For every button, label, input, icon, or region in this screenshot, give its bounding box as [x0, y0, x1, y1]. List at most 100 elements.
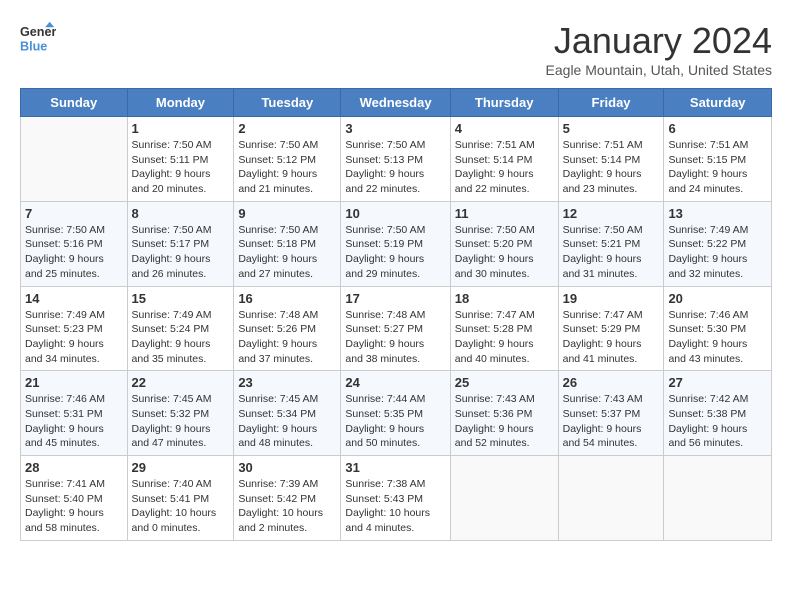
day-number: 22 [132, 375, 230, 390]
day-info: Sunrise: 7:48 AMSunset: 5:27 PMDaylight:… [345, 308, 445, 367]
day-number: 7 [25, 206, 123, 221]
calendar-day-cell: 7Sunrise: 7:50 AMSunset: 5:16 PMDaylight… [21, 201, 128, 286]
month-title: January 2024 [546, 20, 772, 62]
calendar-day-cell: 6 Sunrise: 7:51 AMSunset: 5:15 PMDaylight… [664, 117, 772, 202]
day-number: 2 [238, 121, 336, 136]
page-header: General Blue January 2024 Eagle Mountain… [20, 20, 772, 78]
calendar-day-cell: 3 Sunrise: 7:50 AMSunset: 5:13 PMDaylight… [341, 117, 450, 202]
calendar-day-cell: 5 Sunrise: 7:51 AMSunset: 5:14 PMDaylight… [558, 117, 664, 202]
day-info: Sunrise: 7:50 AMSunset: 5:11 PMDaylight:… [132, 138, 230, 197]
day-number: 30 [238, 460, 336, 475]
day-info: Sunrise: 7:51 AMSunset: 5:15 PMDaylight:… [668, 138, 767, 197]
day-number: 21 [25, 375, 123, 390]
calendar-body: 1Sunrise: 7:50 AMSunset: 5:11 PMDaylight… [21, 117, 772, 541]
day-info: Sunrise: 7:47 AMSunset: 5:29 PMDaylight:… [563, 308, 660, 367]
calendar-day-cell: 12 Sunrise: 7:50 AMSunset: 5:21 PMDayligh… [558, 201, 664, 286]
day-number: 25 [455, 375, 554, 390]
calendar-day-cell: 28Sunrise: 7:41 AMSunset: 5:40 PMDayligh… [21, 456, 128, 541]
calendar-day-cell: 2 Sunrise: 7:50 AMSunset: 5:12 PMDaylight… [234, 117, 341, 202]
day-info: Sunrise: 7:50 AMSunset: 5:21 PMDaylight:… [563, 223, 660, 282]
calendar-day-cell: 29Sunrise: 7:40 AMSunset: 5:41 PMDayligh… [127, 456, 234, 541]
day-of-week-header: Saturday [664, 89, 772, 117]
day-number: 14 [25, 291, 123, 306]
calendar-day-cell: 19 Sunrise: 7:47 AMSunset: 5:29 PMDayligh… [558, 286, 664, 371]
calendar-day-cell [21, 117, 128, 202]
day-number: 11 [455, 206, 554, 221]
calendar-day-cell [450, 456, 558, 541]
calendar-day-cell: 17 Sunrise: 7:48 AMSunset: 5:27 PMDayligh… [341, 286, 450, 371]
day-of-week-header: Tuesday [234, 89, 341, 117]
calendar-week-row: 28Sunrise: 7:41 AMSunset: 5:40 PMDayligh… [21, 456, 772, 541]
calendar-day-cell: 24Sunrise: 7:44 AMSunset: 5:35 PMDayligh… [341, 371, 450, 456]
calendar-day-cell: 25 Sunrise: 7:43 AMSunset: 5:36 PMDayligh… [450, 371, 558, 456]
calendar-week-row: 7Sunrise: 7:50 AMSunset: 5:16 PMDaylight… [21, 201, 772, 286]
calendar-day-cell: 1Sunrise: 7:50 AMSunset: 5:11 PMDaylight… [127, 117, 234, 202]
day-info: Sunrise: 7:45 AMSunset: 5:32 PMDaylight:… [132, 392, 230, 451]
calendar-day-cell: 22 Sunrise: 7:45 AMSunset: 5:32 PMDayligh… [127, 371, 234, 456]
day-info: Sunrise: 7:49 AMSunset: 5:23 PMDaylight:… [25, 308, 123, 367]
day-info: Sunrise: 7:50 AMSunset: 5:13 PMDaylight:… [345, 138, 445, 197]
calendar-day-cell: 15 Sunrise: 7:49 AMSunset: 5:24 PMDayligh… [127, 286, 234, 371]
day-number: 20 [668, 291, 767, 306]
day-number: 16 [238, 291, 336, 306]
calendar-header-row: SundayMondayTuesdayWednesdayThursdayFrid… [21, 89, 772, 117]
calendar-day-cell: 23 Sunrise: 7:45 AMSunset: 5:34 PMDayligh… [234, 371, 341, 456]
calendar-day-cell: 13Sunrise: 7:49 AMSunset: 5:22 PMDayligh… [664, 201, 772, 286]
day-info: Sunrise: 7:43 AMSunset: 5:36 PMDaylight:… [455, 392, 554, 451]
day-of-week-header: Thursday [450, 89, 558, 117]
day-of-week-header: Sunday [21, 89, 128, 117]
day-info: Sunrise: 7:49 AMSunset: 5:24 PMDaylight:… [132, 308, 230, 367]
calendar-day-cell: 14 Sunrise: 7:49 AMSunset: 5:23 PMDayligh… [21, 286, 128, 371]
calendar-day-cell: 31Sunrise: 7:38 AMSunset: 5:43 PMDayligh… [341, 456, 450, 541]
title-block: January 2024 Eagle Mountain, Utah, Unite… [546, 20, 772, 78]
day-info: Sunrise: 7:49 AMSunset: 5:22 PMDaylight:… [668, 223, 767, 282]
calendar-day-cell: 8Sunrise: 7:50 AMSunset: 5:17 PMDaylight… [127, 201, 234, 286]
day-number: 23 [238, 375, 336, 390]
day-number: 26 [563, 375, 660, 390]
day-info: Sunrise: 7:40 AMSunset: 5:41 PMDaylight:… [132, 477, 230, 536]
calendar-week-row: 14 Sunrise: 7:49 AMSunset: 5:23 PMDayligh… [21, 286, 772, 371]
day-info: Sunrise: 7:50 AMSunset: 5:19 PMDaylight:… [345, 223, 445, 282]
calendar-week-row: 1Sunrise: 7:50 AMSunset: 5:11 PMDaylight… [21, 117, 772, 202]
day-number: 15 [132, 291, 230, 306]
day-number: 6 [668, 121, 767, 136]
day-of-week-header: Friday [558, 89, 664, 117]
day-of-week-header: Wednesday [341, 89, 450, 117]
logo: General Blue [20, 20, 60, 56]
day-info: Sunrise: 7:38 AMSunset: 5:43 PMDaylight:… [345, 477, 445, 536]
day-number: 12 [563, 206, 660, 221]
calendar-day-cell: 27 Sunrise: 7:42 AMSunset: 5:38 PMDayligh… [664, 371, 772, 456]
logo-icon: General Blue [20, 20, 56, 56]
day-info: Sunrise: 7:42 AMSunset: 5:38 PMDaylight:… [668, 392, 767, 451]
day-info: Sunrise: 7:51 AMSunset: 5:14 PMDaylight:… [563, 138, 660, 197]
day-info: Sunrise: 7:50 AMSunset: 5:20 PMDaylight:… [455, 223, 554, 282]
calendar-day-cell [558, 456, 664, 541]
location: Eagle Mountain, Utah, United States [546, 62, 772, 78]
svg-text:General: General [20, 25, 56, 39]
day-info: Sunrise: 7:45 AMSunset: 5:34 PMDaylight:… [238, 392, 336, 451]
day-number: 27 [668, 375, 767, 390]
day-info: Sunrise: 7:44 AMSunset: 5:35 PMDaylight:… [345, 392, 445, 451]
day-number: 18 [455, 291, 554, 306]
day-info: Sunrise: 7:50 AMSunset: 5:18 PMDaylight:… [238, 223, 336, 282]
day-number: 3 [345, 121, 445, 136]
calendar-day-cell: 20 Sunrise: 7:46 AMSunset: 5:30 PMDayligh… [664, 286, 772, 371]
day-number: 17 [345, 291, 445, 306]
day-number: 28 [25, 460, 123, 475]
day-of-week-header: Monday [127, 89, 234, 117]
day-info: Sunrise: 7:50 AMSunset: 5:12 PMDaylight:… [238, 138, 336, 197]
calendar-table: SundayMondayTuesdayWednesdayThursdayFrid… [20, 88, 772, 541]
calendar-day-cell: 30 Sunrise: 7:39 AMSunset: 5:42 PMDayligh… [234, 456, 341, 541]
day-info: Sunrise: 7:47 AMSunset: 5:28 PMDaylight:… [455, 308, 554, 367]
svg-text:Blue: Blue [20, 40, 47, 54]
day-info: Sunrise: 7:46 AMSunset: 5:31 PMDaylight:… [25, 392, 123, 451]
day-number: 4 [455, 121, 554, 136]
day-info: Sunrise: 7:46 AMSunset: 5:30 PMDaylight:… [668, 308, 767, 367]
calendar-day-cell: 4Sunrise: 7:51 AMSunset: 5:14 PMDaylight… [450, 117, 558, 202]
calendar-day-cell: 18 Sunrise: 7:47 AMSunset: 5:28 PMDayligh… [450, 286, 558, 371]
calendar-day-cell: 21 Sunrise: 7:46 AMSunset: 5:31 PMDayligh… [21, 371, 128, 456]
calendar-day-cell [664, 456, 772, 541]
day-number: 5 [563, 121, 660, 136]
day-number: 19 [563, 291, 660, 306]
day-info: Sunrise: 7:39 AMSunset: 5:42 PMDaylight:… [238, 477, 336, 536]
